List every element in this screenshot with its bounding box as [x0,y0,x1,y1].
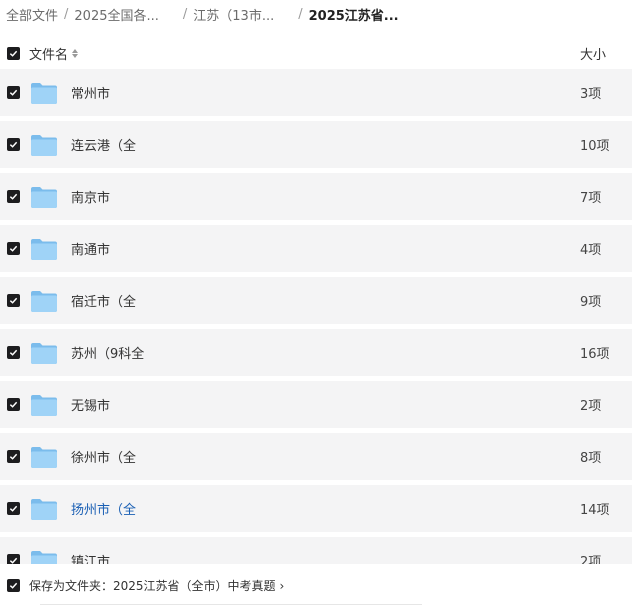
name-column-header[interactable]: 文件名 [29,44,79,63]
file-row[interactable]: 常州市 3项 [0,69,632,116]
folder-icon [31,186,57,208]
row-checkbox[interactable] [7,294,20,307]
row-checkbox[interactable] [7,502,20,515]
row-checkbox[interactable] [7,398,20,411]
file-name[interactable]: 扬州市（全 [71,499,136,518]
folder-icon [31,498,57,520]
checkmark-icon [9,582,18,589]
folder-icon [31,394,57,416]
file-list: 常州市 3项连云港（全 10项南京市 7项南通市 4项宿迁市（全 9项苏州（9科全 16项无… [0,69,632,589]
folder-icon [31,82,57,104]
file-row[interactable]: 宿迁市（全 9项 [0,277,632,324]
divider [40,604,422,605]
folder-icon [31,134,57,156]
file-size: 9项 [580,295,602,310]
file-name[interactable]: 无锡市 [71,395,110,414]
file-size: 4项 [580,243,602,258]
file-row[interactable]: 南京市 7项 [0,173,632,220]
file-row[interactable]: 扬州市（全 14项 [0,485,632,532]
file-name[interactable]: 南通市 [71,239,110,258]
file-row[interactable]: 南通市 4项 [0,225,632,272]
row-checkbox[interactable] [7,346,20,359]
breadcrumb-separator: / [182,6,188,22]
folder-icon [31,238,57,260]
checkmark-icon [9,50,18,57]
row-checkbox[interactable] [7,138,20,151]
row-checkbox[interactable] [7,190,20,203]
folder-icon [31,342,57,364]
save-checkbox[interactable] [7,579,20,592]
file-name[interactable]: 徐州市（全 [71,447,136,466]
checkmark-icon [9,245,18,252]
folder-icon [31,446,57,468]
breadcrumb: 全部文件 / 2025全国各... / 江苏（13市... / 2025江苏省.… [6,4,399,24]
file-name[interactable]: 苏州（9科全 [71,343,144,362]
checkmark-icon [9,401,18,408]
row-checkbox[interactable] [7,242,20,255]
checkmark-icon [9,505,18,512]
size-column-header: 大小 [580,47,607,63]
save-folder-label[interactable]: 保存为文件夹：2025江苏省（全市）中考真题 [29,577,276,594]
checkmark-icon [9,297,18,304]
file-name[interactable]: 宿迁市（全 [71,291,136,310]
row-checkbox[interactable] [7,450,20,463]
sort-icon[interactable] [72,48,79,58]
row-checkbox[interactable] [7,86,20,99]
file-size: 16项 [580,347,610,362]
file-row[interactable]: 徐州市（全 8项 [0,433,632,480]
file-name[interactable]: 连云港（全 [71,135,136,154]
file-size: 7项 [580,191,602,206]
file-name[interactable]: 常州市 [71,83,110,102]
breadcrumb-level1[interactable]: 2025全国各... [74,5,158,24]
file-row[interactable]: 苏州（9科全 16项 [0,329,632,376]
file-size: 2项 [580,399,602,414]
breadcrumb-current: 2025江苏省... [308,8,399,24]
checkmark-icon [9,453,18,460]
file-name[interactable]: 南京市 [71,187,110,206]
chevron-right-icon[interactable]: › [280,579,285,593]
file-size: 14项 [580,503,610,518]
name-column-label: 文件名 [29,47,69,63]
file-row[interactable]: 连云港（全 10项 [0,121,632,168]
breadcrumb-separator: / [64,6,69,22]
checkmark-icon [9,349,18,356]
file-size: 8项 [580,451,602,466]
breadcrumb-separator: / [298,6,303,22]
breadcrumb-level2[interactable]: 江苏（13市... [193,5,274,24]
checkmark-icon [9,193,18,200]
select-all-checkbox[interactable] [7,46,20,60]
checkmark-icon [9,89,18,96]
folder-icon [31,290,57,312]
file-size: 3项 [580,87,602,102]
checkmark-icon [9,141,18,148]
breadcrumb-root[interactable]: 全部文件 [6,5,58,24]
file-size: 10项 [580,139,610,154]
save-bar: 保存为文件夹：2025江苏省（全市）中考真题 › [0,564,632,607]
file-row[interactable]: 无锡市 2项 [0,381,632,428]
list-header: 文件名 大小 [0,38,632,68]
